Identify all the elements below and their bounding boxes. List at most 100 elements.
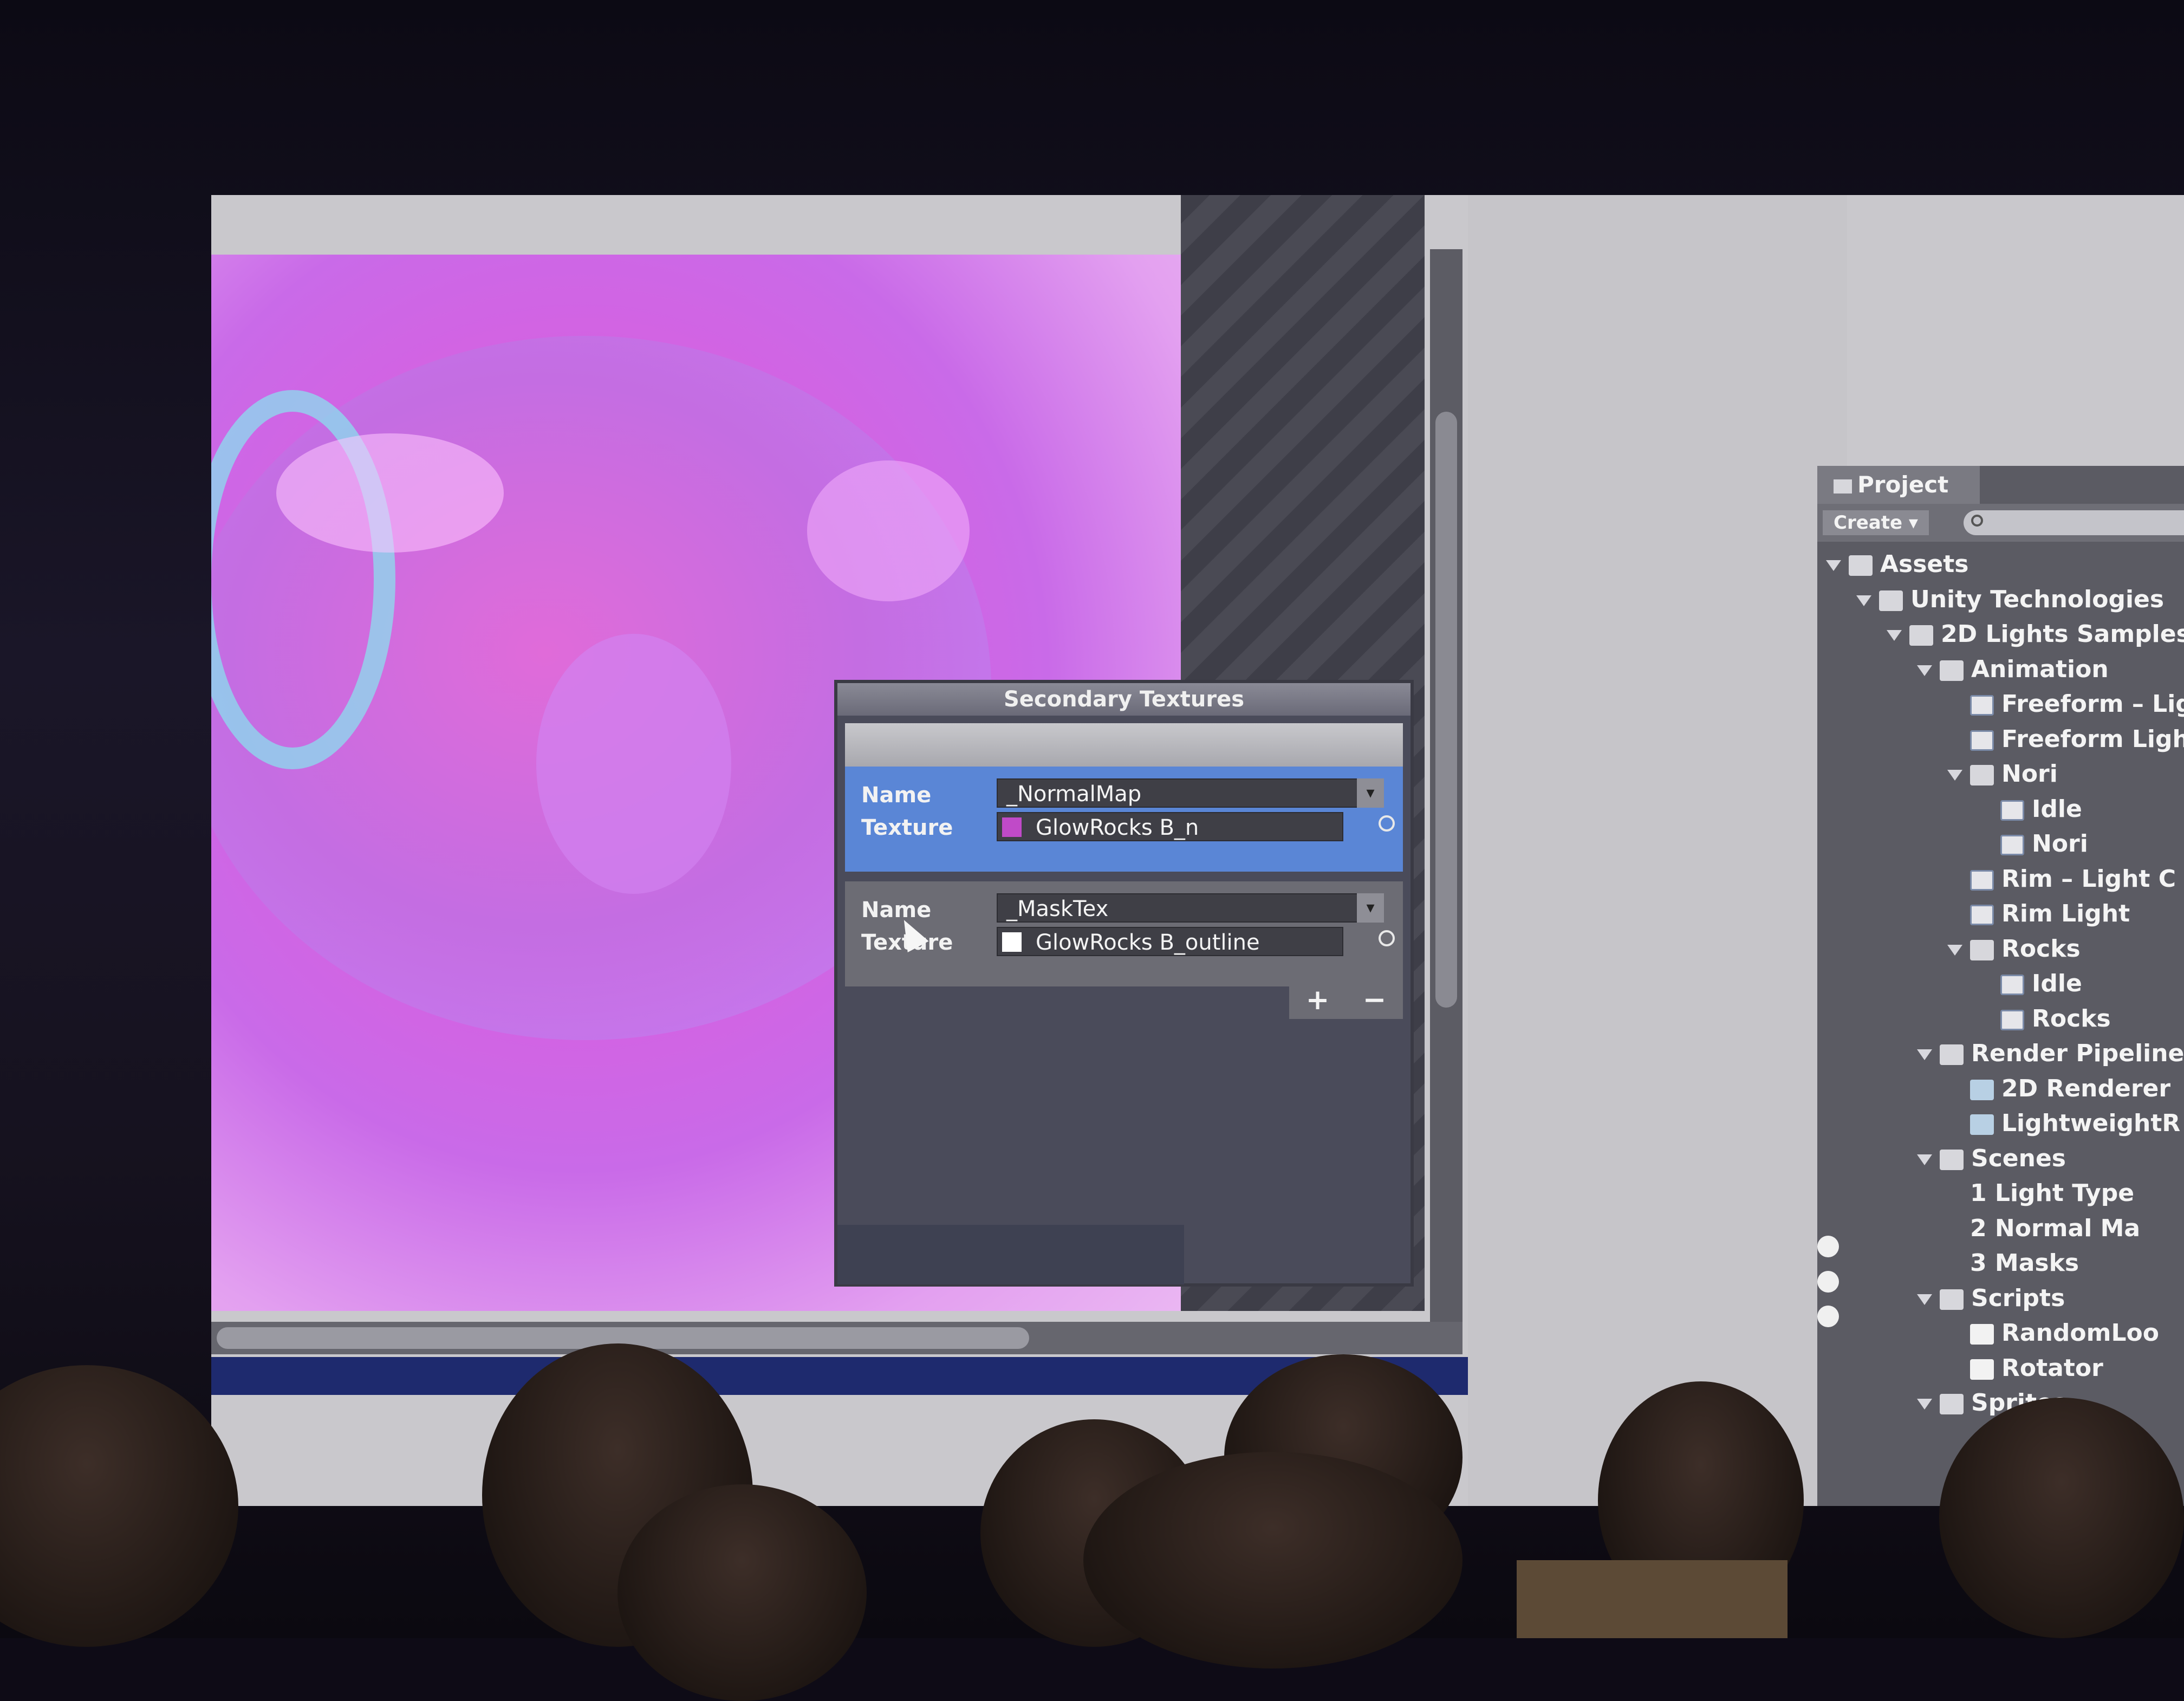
create-button[interactable]: Create ▾ xyxy=(1823,510,1929,535)
tree-item[interactable]: RandomLoo xyxy=(1817,1316,2184,1351)
add-entry-button[interactable]: + xyxy=(1306,984,1330,1016)
tree-item-label: Rim Light xyxy=(2001,900,2130,927)
window-title: Secondary Textures xyxy=(837,683,1410,716)
animator-icon xyxy=(2000,1009,2024,1030)
expand-arrow-icon[interactable] xyxy=(1917,1154,1932,1165)
script-icon xyxy=(1970,1359,1994,1380)
tree-item-label: 2D Lights Samples xyxy=(1941,620,2184,648)
tree-item-label: 2 Normal Ma xyxy=(1970,1214,2141,1242)
animation-clip-icon xyxy=(1970,695,1994,716)
folder-icon xyxy=(1970,939,1994,960)
animator-icon xyxy=(1970,730,1994,751)
tree-item[interactable]: Rim – Light C xyxy=(1817,862,2184,897)
expand-arrow-icon[interactable] xyxy=(1947,944,1962,956)
tree-item[interactable]: LightweightR xyxy=(1817,1106,2184,1141)
tree-item-label: Idle xyxy=(2032,795,2082,823)
folder-icon xyxy=(1940,1149,1964,1170)
folder-icon xyxy=(1970,765,1994,785)
texture-object-field[interactable]: GlowRocks B_n xyxy=(997,812,1343,841)
tree-item[interactable]: Nori xyxy=(1817,827,2184,862)
tree-item[interactable]: 1 Light Type xyxy=(1817,1176,2184,1257)
tab-project[interactable]: Project xyxy=(1817,466,1980,504)
window-empty-area xyxy=(837,1225,1184,1284)
folder-icon xyxy=(1940,660,1964,681)
tree-item[interactable]: Rocks xyxy=(1817,1002,2184,1037)
texture-name: GlowRocks B_n xyxy=(1036,815,1199,840)
expand-arrow-icon[interactable] xyxy=(1917,1049,1932,1060)
tree-item[interactable]: Scenes xyxy=(1817,1141,2184,1177)
sprite-hole xyxy=(807,460,970,601)
animator-icon xyxy=(2000,835,2024,855)
expand-arrow-icon[interactable] xyxy=(1887,630,1902,641)
chevron-down-icon[interactable]: ▾ xyxy=(1357,893,1384,923)
tree-item-label: Rim – Light C xyxy=(2001,865,2176,893)
tree-item-label: 2D Renderer xyxy=(2001,1074,2171,1102)
tree-item[interactable]: 2 Normal Ma xyxy=(1817,1211,2184,1293)
tree-item[interactable]: Unity Technologies xyxy=(1817,582,2184,618)
folder-icon xyxy=(1909,625,1933,646)
expand-arrow-icon[interactable] xyxy=(1826,560,1841,571)
tree-item-label: LightweightR xyxy=(2001,1109,2181,1137)
tree-item-label: 3 Masks xyxy=(1970,1249,2079,1277)
folder-icon xyxy=(1940,1394,1964,1414)
tree-item[interactable]: Render Pipeline xyxy=(1817,1036,2184,1072)
tree-item-label: Scenes xyxy=(1971,1144,2066,1172)
folder-icon xyxy=(1849,555,1873,576)
tree-item-label: Rocks xyxy=(2032,1004,2111,1033)
tree-item[interactable]: Freeform Ligh xyxy=(1817,722,2184,757)
vertical-scrollbar[interactable] xyxy=(1430,249,1462,1333)
object-picker-icon[interactable] xyxy=(1379,815,1395,832)
remove-entry-button[interactable]: − xyxy=(1363,984,1387,1016)
scrollbar-thumb[interactable] xyxy=(1435,412,1457,1008)
tree-item[interactable]: Rim Light xyxy=(1817,897,2184,932)
expand-arrow-icon[interactable] xyxy=(1917,1294,1932,1305)
list-header xyxy=(845,723,1403,767)
tree-item-label: Render Pipeline xyxy=(1971,1040,2184,1067)
project-toolbar: Create ▾ xyxy=(1817,504,2184,542)
object-picker-icon[interactable] xyxy=(1379,930,1395,946)
animator-icon xyxy=(1970,905,1994,925)
tree-item[interactable]: 3 Masks xyxy=(1817,1246,2184,1327)
audience-shirt xyxy=(1517,1560,1787,1638)
tree-item-label: Scripts xyxy=(1971,1284,2065,1312)
folder-icon xyxy=(1834,479,1852,494)
tree-item[interactable]: Rotator xyxy=(1817,1351,2184,1386)
secondary-texture-entry[interactable]: Name Texture _MaskTex ▾ GlowRocks B_outl… xyxy=(845,881,1403,986)
sprite-hole xyxy=(536,634,731,894)
tree-item[interactable]: Rocks xyxy=(1817,932,2184,967)
folder-icon xyxy=(1879,590,1903,611)
tree-item[interactable]: 2D Lights Samples xyxy=(1817,617,2184,652)
asset-icon xyxy=(1970,1079,1994,1100)
chevron-down-icon[interactable]: ▾ xyxy=(1357,778,1384,808)
search-input[interactable] xyxy=(1964,510,2184,535)
sprite-highlight xyxy=(276,433,504,553)
horizontal-scrollbar[interactable] xyxy=(211,1322,1462,1354)
inspector-panel xyxy=(1468,195,1847,1506)
expand-arrow-icon[interactable] xyxy=(1947,770,1962,781)
secondary-texture-entry-selected[interactable]: Name Texture _NormalMap ▾ GlowRocks B_n xyxy=(845,767,1403,872)
texture-object-field[interactable]: GlowRocks B_outline xyxy=(997,927,1343,956)
animation-clip-icon xyxy=(1970,869,1994,891)
tree-item[interactable]: 2D Renderer xyxy=(1817,1072,2184,1107)
tree-item[interactable]: Nori xyxy=(1817,757,2184,792)
tree-item[interactable]: Animation xyxy=(1817,652,2184,687)
name-label: Name xyxy=(861,783,932,808)
tree-item-label: Freeform – Lig xyxy=(2001,690,2184,718)
expand-arrow-icon[interactable] xyxy=(1856,595,1871,606)
tree-item-label: Idle xyxy=(2032,970,2082,997)
tree-item[interactable]: Scripts xyxy=(1817,1281,2184,1316)
texture-thumbnail-icon xyxy=(1002,817,1022,837)
audience-head xyxy=(1939,1398,2184,1638)
name-dropdown[interactable]: _MaskTex xyxy=(997,893,1365,923)
tree-item[interactable]: Idle xyxy=(1817,966,2184,1002)
name-dropdown[interactable]: _NormalMap xyxy=(997,778,1365,808)
expand-arrow-icon[interactable] xyxy=(1917,665,1932,676)
tree-item-label: Unity Technologies xyxy=(1910,585,2164,613)
texture-name: GlowRocks B_outline xyxy=(1036,930,1260,955)
tree-item-label: Nori xyxy=(2001,760,2058,788)
tree-item[interactable]: Idle xyxy=(1817,792,2184,827)
tree-item[interactable]: Freeform – Lig xyxy=(1817,687,2184,722)
project-tree: Assets Unity Technologies 2D Lights Sample… xyxy=(1817,547,2184,1421)
expand-arrow-icon[interactable] xyxy=(1917,1399,1932,1410)
tree-item[interactable]: Assets xyxy=(1817,547,2184,582)
